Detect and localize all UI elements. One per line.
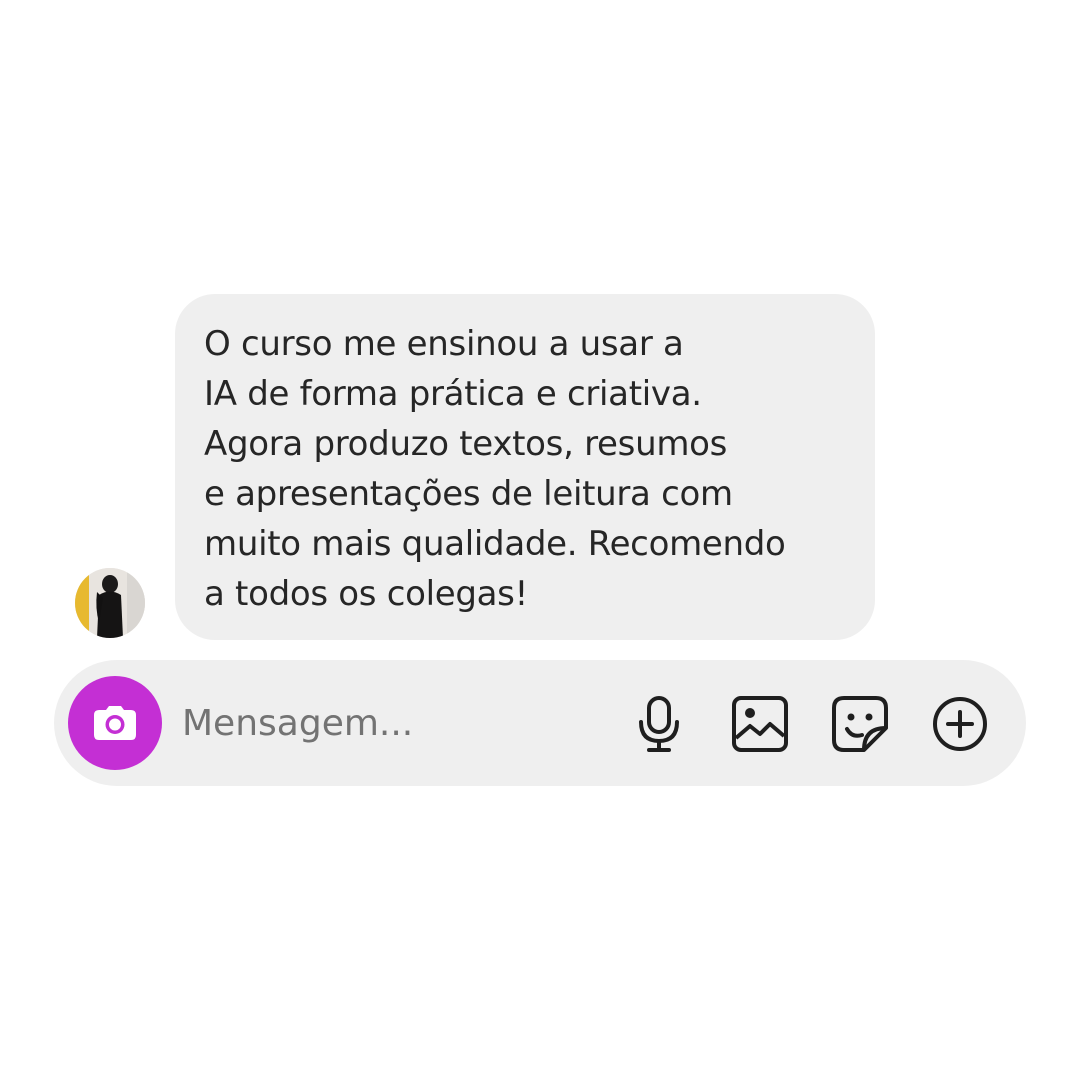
microphone-button[interactable] — [628, 693, 690, 755]
message-input[interactable] — [182, 693, 602, 753]
sticker-button[interactable] — [829, 693, 891, 755]
camera-button[interactable] — [68, 676, 162, 770]
add-icon — [933, 697, 987, 751]
direct-message-screen: O curso me ensinou a usar a IA de forma … — [0, 0, 1080, 1080]
gallery-icon — [732, 696, 788, 752]
message-text: O curso me ensinou a usar a IA de forma … — [204, 324, 786, 614]
sticker-icon — [832, 696, 888, 752]
avatar-photo-icon — [75, 568, 145, 638]
message-composer — [54, 660, 1026, 786]
microphone-icon — [639, 696, 679, 752]
message-bubble[interactable]: O curso me ensinou a usar a IA de forma … — [175, 294, 875, 640]
camera-icon — [94, 706, 136, 740]
add-button[interactable] — [929, 693, 991, 755]
gallery-button[interactable] — [729, 693, 791, 755]
avatar[interactable] — [75, 568, 145, 638]
